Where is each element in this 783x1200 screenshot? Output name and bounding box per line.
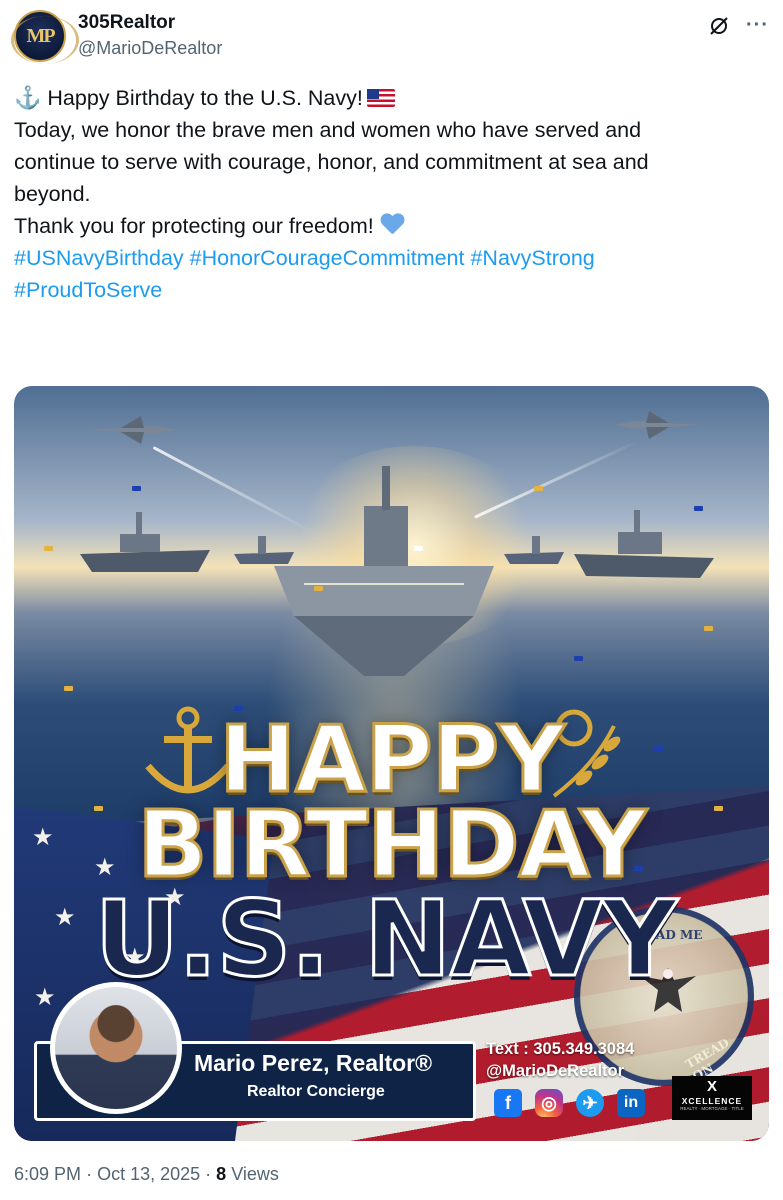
post-time[interactable]: 6:09 PM bbox=[14, 1164, 81, 1184]
contact-handle: @MarioDeRealtor bbox=[486, 1062, 625, 1080]
agent-name: Mario Perez, Realtor® bbox=[194, 1050, 433, 1076]
views-label: Views bbox=[231, 1164, 279, 1184]
fighter-jet-icon bbox=[86, 416, 176, 444]
tweet-line-3: continue to serve with courage, honor, a… bbox=[14, 150, 649, 174]
tweet-text: ⚓ Happy Birthday to the U.S. Navy! Today… bbox=[14, 82, 769, 306]
tweet-line-4: beyond. bbox=[14, 182, 91, 206]
fighter-jet-icon bbox=[614, 411, 704, 439]
facebook-icon: f bbox=[494, 1089, 522, 1117]
grok-icon[interactable] bbox=[707, 14, 731, 38]
brand-tagline: REALTY · MORTGAGE · TITLE bbox=[680, 1106, 744, 1111]
agent-photo bbox=[50, 982, 182, 1114]
profile-avatar[interactable]: MP bbox=[11, 10, 79, 64]
more-options-icon[interactable]: ··· bbox=[746, 14, 769, 37]
aircraft-carrier bbox=[274, 466, 494, 676]
contact-info: Text : 305.349.3084 @MarioDeRealtor bbox=[486, 1038, 634, 1082]
tweet-headline: Happy Birthday to the U.S. Navy! bbox=[47, 86, 363, 110]
confetti bbox=[414, 546, 423, 551]
tweet-line-2: Today, we honor the brave men and women … bbox=[14, 118, 642, 142]
brand-mark: X bbox=[706, 1078, 717, 1095]
confetti bbox=[704, 626, 713, 631]
hashtags-line-2[interactable]: #ProudToServe bbox=[14, 274, 769, 306]
tweet-image[interactable]: ★ ★ ★ ★ ★ ★ ★ TREAD ME TREAD ON HAPPY bbox=[14, 386, 769, 1141]
destroyer-ship bbox=[80, 512, 210, 572]
views-count: 8 bbox=[216, 1164, 227, 1184]
tweet-line-5: Thank you for protecting our freedom! bbox=[14, 210, 769, 242]
separator-dot: · bbox=[205, 1164, 217, 1184]
confetti bbox=[574, 656, 583, 661]
xcellence-logo: X XCELLENCE REALTY · MORTGAGE · TITLE bbox=[672, 1076, 752, 1120]
confetti bbox=[694, 506, 703, 511]
blue-heart-icon bbox=[380, 214, 404, 236]
confetti bbox=[44, 546, 53, 551]
account-handle[interactable]: @MarioDeRealtor bbox=[78, 38, 222, 59]
agent-title: Realtor Concierge bbox=[247, 1083, 385, 1100]
tweet-line-1: ⚓ Happy Birthday to the U.S. Navy! bbox=[14, 82, 769, 114]
post-date[interactable]: Oct 13, 2025 bbox=[97, 1164, 200, 1184]
hashtags-line-1[interactable]: #USNavyBirthday #HonorCourageCommitment … bbox=[14, 242, 769, 274]
brand-name: XCELLENCE bbox=[681, 1096, 743, 1106]
confetti bbox=[534, 486, 543, 491]
tweet-header: MP 305Realtor @MarioDeRealtor ··· bbox=[11, 10, 769, 66]
separator-dot: · bbox=[86, 1164, 98, 1184]
linkedin-icon: in bbox=[617, 1089, 645, 1117]
destroyer-ship bbox=[574, 510, 714, 578]
account-name[interactable]: 305Realtor bbox=[78, 12, 175, 34]
instagram-icon: ◎ bbox=[535, 1089, 563, 1117]
confetti bbox=[314, 586, 323, 591]
confetti bbox=[132, 486, 141, 491]
distant-ship bbox=[504, 536, 564, 564]
tweet-metadata: 6:09 PM · Oct 13, 2025 · 8 Views bbox=[14, 1164, 279, 1185]
us-flag-icon bbox=[366, 89, 395, 107]
contact-phone: Text : 305.349.3084 bbox=[486, 1040, 635, 1058]
confetti bbox=[64, 686, 73, 691]
anchor-icon: ⚓ bbox=[14, 85, 42, 110]
twitter-icon: ✈ bbox=[576, 1089, 604, 1117]
headline-us-navy: U.S. NAVY bbox=[93, 877, 679, 1002]
